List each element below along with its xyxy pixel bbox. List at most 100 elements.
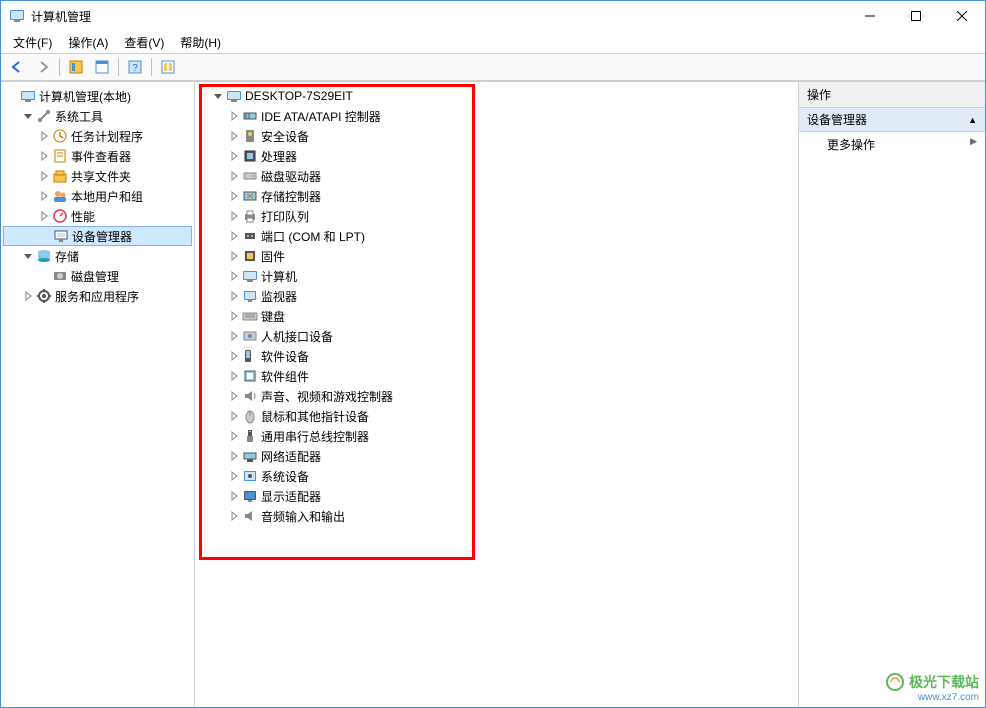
firmware-icon bbox=[242, 248, 258, 264]
tree-item[interactable]: 通用串行总线控制器 bbox=[209, 426, 796, 446]
tree-item[interactable]: 键盘 bbox=[209, 306, 796, 326]
expand-icon[interactable] bbox=[227, 429, 241, 443]
tree-item[interactable]: 设备管理器 bbox=[3, 226, 192, 246]
tree-item[interactable]: 音频输入和输出 bbox=[209, 506, 796, 526]
collapse-icon: ▲ bbox=[968, 115, 977, 125]
expand-icon[interactable] bbox=[37, 169, 51, 183]
toolbar-separator bbox=[118, 58, 119, 76]
help-button[interactable]: ? bbox=[123, 56, 147, 78]
tree-item[interactable]: 计算机管理(本地) bbox=[3, 86, 192, 106]
expand-icon[interactable] bbox=[227, 389, 241, 403]
menu-view[interactable]: 查看(V) bbox=[116, 32, 172, 53]
tree-item-label: 本地用户和组 bbox=[71, 188, 143, 205]
audio-io-icon bbox=[242, 508, 258, 524]
expand-icon[interactable] bbox=[227, 489, 241, 503]
menu-help[interactable]: 帮助(H) bbox=[172, 32, 229, 53]
expand-icon[interactable] bbox=[227, 229, 241, 243]
expand-icon[interactable] bbox=[227, 409, 241, 423]
back-button[interactable] bbox=[5, 56, 29, 78]
tree-item[interactable]: 计算机 bbox=[209, 266, 796, 286]
tree-item[interactable]: 存储 bbox=[3, 246, 192, 266]
expand-icon[interactable] bbox=[227, 189, 241, 203]
maximize-button[interactable] bbox=[893, 1, 939, 31]
event-icon bbox=[52, 148, 68, 164]
expand-icon[interactable] bbox=[227, 449, 241, 463]
softcomp-icon bbox=[242, 368, 258, 384]
printer-icon bbox=[242, 208, 258, 224]
tree-item[interactable]: 打印队列 bbox=[209, 206, 796, 226]
device-tree-pane[interactable]: DESKTOP-7S29EITIDE ATA/ATAPI 控制器安全设备处理器磁… bbox=[195, 82, 799, 707]
tree-item[interactable]: 端口 (COM 和 LPT) bbox=[209, 226, 796, 246]
tree-item[interactable]: 软件设备 bbox=[209, 346, 796, 366]
forward-button[interactable] bbox=[31, 56, 55, 78]
expand-icon[interactable] bbox=[227, 309, 241, 323]
network-icon bbox=[242, 448, 258, 464]
tree-item[interactable]: 软件组件 bbox=[209, 366, 796, 386]
actions-section[interactable]: 设备管理器 ▲ bbox=[799, 108, 985, 132]
cpu-icon bbox=[242, 148, 258, 164]
expand-icon[interactable] bbox=[37, 149, 51, 163]
tree-item[interactable]: 声音、视频和游戏控制器 bbox=[209, 386, 796, 406]
expand-icon[interactable] bbox=[227, 369, 241, 383]
tree-item[interactable]: 监视器 bbox=[209, 286, 796, 306]
minimize-button[interactable] bbox=[847, 1, 893, 31]
expand-icon[interactable] bbox=[227, 509, 241, 523]
menu-file[interactable]: 文件(F) bbox=[5, 32, 60, 53]
expand-icon[interactable] bbox=[227, 209, 241, 223]
expand-icon[interactable] bbox=[227, 169, 241, 183]
collapse-icon[interactable] bbox=[211, 89, 225, 103]
tree-item-label: 服务和应用程序 bbox=[55, 288, 139, 305]
tree-item[interactable]: 性能 bbox=[3, 206, 192, 226]
tree-item[interactable]: DESKTOP-7S29EIT bbox=[209, 86, 796, 106]
tree-item[interactable]: 鼠标和其他指针设备 bbox=[209, 406, 796, 426]
expand-icon[interactable] bbox=[227, 269, 241, 283]
tree-item[interactable]: 人机接口设备 bbox=[209, 326, 796, 346]
tree-item[interactable]: 固件 bbox=[209, 246, 796, 266]
expand-icon[interactable] bbox=[227, 349, 241, 363]
tree-item[interactable]: 安全设备 bbox=[209, 126, 796, 146]
tree-item[interactable]: 显示适配器 bbox=[209, 486, 796, 506]
tree-item[interactable]: 本地用户和组 bbox=[3, 186, 192, 206]
expand-icon[interactable] bbox=[37, 129, 51, 143]
expand-icon[interactable] bbox=[37, 189, 51, 203]
tree-item[interactable]: 存储控制器 bbox=[209, 186, 796, 206]
tree-item[interactable]: 事件查看器 bbox=[3, 146, 192, 166]
expand-icon[interactable] bbox=[227, 289, 241, 303]
collapse-icon[interactable] bbox=[21, 109, 35, 123]
tree-item[interactable]: 磁盘驱动器 bbox=[209, 166, 796, 186]
tree-item-label: 存储 bbox=[55, 248, 79, 265]
content-area: 计算机管理(本地)系统工具任务计划程序事件查看器共享文件夹本地用户和组性能设备管… bbox=[1, 81, 985, 707]
tree-item-label: 打印队列 bbox=[261, 208, 309, 225]
expand-icon[interactable] bbox=[21, 289, 35, 303]
tree-item[interactable]: IDE ATA/ATAPI 控制器 bbox=[209, 106, 796, 126]
tree-item[interactable]: 处理器 bbox=[209, 146, 796, 166]
disk-icon bbox=[52, 268, 68, 284]
menu-action[interactable]: 操作(A) bbox=[60, 32, 116, 53]
tree-item-label: 系统设备 bbox=[261, 468, 309, 485]
close-button[interactable] bbox=[939, 1, 985, 31]
monitor-icon bbox=[242, 288, 258, 304]
expand-icon[interactable] bbox=[227, 329, 241, 343]
more-actions-label: 更多操作 bbox=[827, 138, 875, 152]
tree-item[interactable]: 网络适配器 bbox=[209, 446, 796, 466]
expand-icon[interactable] bbox=[37, 209, 51, 223]
show-hide-tree-button[interactable] bbox=[64, 56, 88, 78]
tree-item[interactable]: 磁盘管理 bbox=[3, 266, 192, 286]
expand-icon[interactable] bbox=[227, 129, 241, 143]
refresh-button[interactable] bbox=[156, 56, 180, 78]
left-tree-pane[interactable]: 计算机管理(本地)系统工具任务计划程序事件查看器共享文件夹本地用户和组性能设备管… bbox=[1, 82, 195, 707]
expand-icon[interactable] bbox=[227, 469, 241, 483]
tree-item[interactable]: 任务计划程序 bbox=[3, 126, 192, 146]
tree-item[interactable]: 系统工具 bbox=[3, 106, 192, 126]
tree-item[interactable]: 服务和应用程序 bbox=[3, 286, 192, 306]
expand-icon[interactable] bbox=[227, 249, 241, 263]
collapse-icon[interactable] bbox=[21, 249, 35, 263]
tree-item[interactable]: 系统设备 bbox=[209, 466, 796, 486]
more-actions-item[interactable]: 更多操作 ▶ bbox=[799, 132, 985, 157]
toolbar-separator bbox=[59, 58, 60, 76]
tree-item[interactable]: 共享文件夹 bbox=[3, 166, 192, 186]
properties-button[interactable] bbox=[90, 56, 114, 78]
expand-icon[interactable] bbox=[227, 109, 241, 123]
ide-icon bbox=[242, 108, 258, 124]
expand-icon[interactable] bbox=[227, 149, 241, 163]
